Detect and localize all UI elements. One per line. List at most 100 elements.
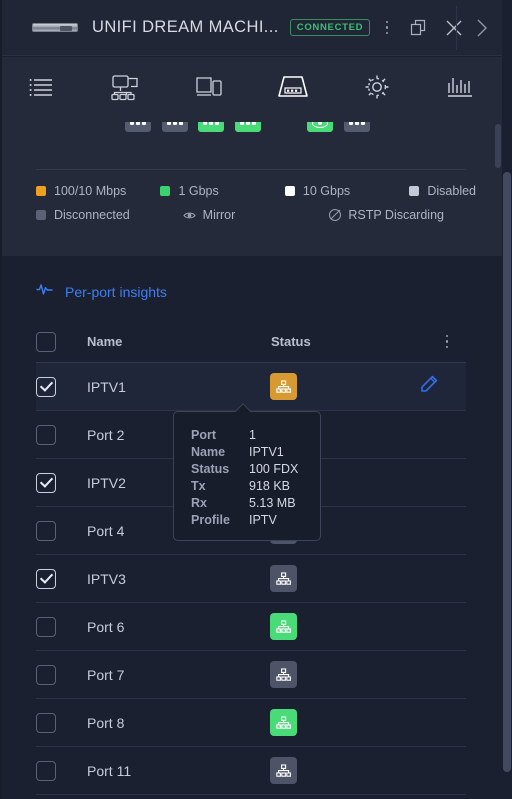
port-detail-tooltip: Port 1 Name IPTV1 Status 100 FDX Tx 918 KB Rx 5.1… <box>173 411 321 541</box>
statistics-bars-icon <box>446 74 474 105</box>
port-map-port-1[interactable] <box>125 122 151 132</box>
tooltip-key: Profile <box>191 512 230 527</box>
tooltip-arrow <box>234 403 251 412</box>
chevron-right-icon[interactable] <box>468 14 496 42</box>
legend-item: Disconnected <box>36 208 183 222</box>
port-map-port-2[interactable] <box>162 122 188 132</box>
row-checkbox[interactable] <box>36 712 56 733</box>
tooltip-value: 918 KB <box>249 478 291 493</box>
page-scrollbar-track[interactable] <box>502 0 512 799</box>
port-map <box>0 122 502 142</box>
column-header-name: Name <box>87 334 123 349</box>
port-status-icon[interactable] <box>270 757 297 784</box>
port-map-port-3[interactable] <box>198 122 224 132</box>
port-map-panel: 100/10 Mbps 1 Gbps 10 Gbps Disabled Disconn… <box>0 122 502 256</box>
port-status-icon[interactable] <box>270 565 297 592</box>
row-checkbox[interactable] <box>36 376 56 397</box>
port-status-icon[interactable] <box>270 709 297 736</box>
port-map-port-4[interactable] <box>235 122 261 132</box>
app-root: UNIFI DREAM MACHI... CONNECTED 100/10 Mb… <box>0 0 512 799</box>
legend-row-1: 100/10 Mbps 1 Gbps 10 Gbps Disabled <box>36 184 476 198</box>
row-checkbox[interactable] <box>36 616 56 637</box>
table-row[interactable]: IPTV1 <box>36 363 466 411</box>
row-port-name: Port 4 <box>87 522 125 539</box>
tab-settings[interactable] <box>335 57 419 122</box>
topology-icon <box>110 73 141 106</box>
row-checkbox[interactable] <box>36 568 56 589</box>
legend-item: 1 Gbps <box>160 184 284 198</box>
tooltip-key: Tx <box>191 478 206 493</box>
tab-overview[interactable] <box>0 57 84 122</box>
tooltip-key: Port <box>191 427 216 442</box>
row-checkbox[interactable] <box>36 664 56 685</box>
gear-icon <box>363 73 391 106</box>
legend-label: Disconnected <box>54 208 130 222</box>
row-port-name: IPTV3 <box>87 570 126 587</box>
table-row[interactable]: IPTV3 <box>36 555 466 603</box>
column-options-icon[interactable] <box>440 332 454 352</box>
restore-window-icon[interactable] <box>406 16 430 40</box>
panel-divider <box>36 169 466 170</box>
legend-item: RSTP Discarding <box>329 208 476 222</box>
row-checkbox[interactable] <box>36 424 56 445</box>
select-all-checkbox[interactable] <box>36 331 56 352</box>
edit-pencil-icon[interactable] <box>420 375 438 398</box>
tooltip-row: Tx 918 KB <box>174 477 320 494</box>
tooltip-key: Name <box>191 444 226 459</box>
row-port-name: Port 7 <box>87 666 125 683</box>
tab-topology[interactable] <box>84 57 168 122</box>
tab-devices[interactable] <box>167 57 251 122</box>
close-icon[interactable] <box>442 16 466 40</box>
row-port-name: Port 6 <box>87 618 125 635</box>
legend-item: Disabled <box>409 184 476 198</box>
mirror-eye-icon <box>183 209 196 222</box>
legend-swatch <box>36 210 46 220</box>
tooltip-value: 1 <box>249 427 256 442</box>
per-port-insights-label: Per-port insights <box>65 283 167 300</box>
table-row[interactable]: Port 8 <box>36 699 466 747</box>
legend-item: 10 Gbps <box>284 184 409 198</box>
tooltip-value: IPTV <box>249 512 277 527</box>
port-status-icon[interactable] <box>270 373 297 400</box>
row-checkbox[interactable] <box>36 472 56 493</box>
panel-scrollbar-thumb[interactable] <box>495 124 501 168</box>
port-map-port-6[interactable] <box>307 122 333 132</box>
tooltip-row: Profile IPTV <box>174 511 320 528</box>
column-header-status: Status <box>271 334 311 349</box>
page-title: UNIFI DREAM MACHI... <box>92 18 279 36</box>
legend-label: 100/10 Mbps <box>54 184 127 198</box>
legend-label: 1 Gbps <box>178 184 219 198</box>
tab-statistics[interactable] <box>418 57 502 122</box>
legend-label: 10 Gbps <box>302 184 351 198</box>
port-map-port-7[interactable] <box>344 122 370 132</box>
tooltip-row: Rx 5.13 MB <box>174 494 320 511</box>
tooltip-key: Rx <box>191 495 207 510</box>
port-status-icon[interactable] <box>270 613 297 640</box>
devices-icon <box>195 74 223 105</box>
row-port-name: IPTV1 <box>87 378 126 395</box>
list-icon <box>28 75 56 104</box>
row-port-name: IPTV2 <box>87 474 126 491</box>
more-options-icon[interactable] <box>380 18 394 38</box>
port-legend: 100/10 Mbps 1 Gbps 10 Gbps Disabled Disconn… <box>36 184 476 232</box>
legend-item: Mirror <box>183 208 330 222</box>
row-port-name: Port 11 <box>87 762 132 779</box>
tab-ports[interactable] <box>251 57 335 122</box>
table-row[interactable]: Port 6 <box>36 603 466 651</box>
page-scrollbar-thumb[interactable] <box>503 172 511 772</box>
table-row[interactable]: Port 7 <box>36 651 466 699</box>
tooltip-value: 5.13 MB <box>249 495 296 510</box>
tooltip-key: Status <box>191 461 230 476</box>
device-header: UNIFI DREAM MACHI... CONNECTED <box>0 0 512 56</box>
port-status-icon[interactable] <box>270 661 297 688</box>
row-checkbox[interactable] <box>36 760 56 781</box>
pulse-icon <box>36 282 53 301</box>
table-row[interactable]: Port 11 <box>36 747 466 795</box>
row-checkbox[interactable] <box>36 520 56 541</box>
row-port-name: Port 2 <box>87 426 125 443</box>
legend-swatch <box>160 186 171 196</box>
per-port-insights-header[interactable]: Per-port insights <box>36 256 502 301</box>
legend-swatch <box>284 186 295 196</box>
switch-ports-icon <box>276 74 310 105</box>
legend-label: Disabled <box>427 184 476 198</box>
